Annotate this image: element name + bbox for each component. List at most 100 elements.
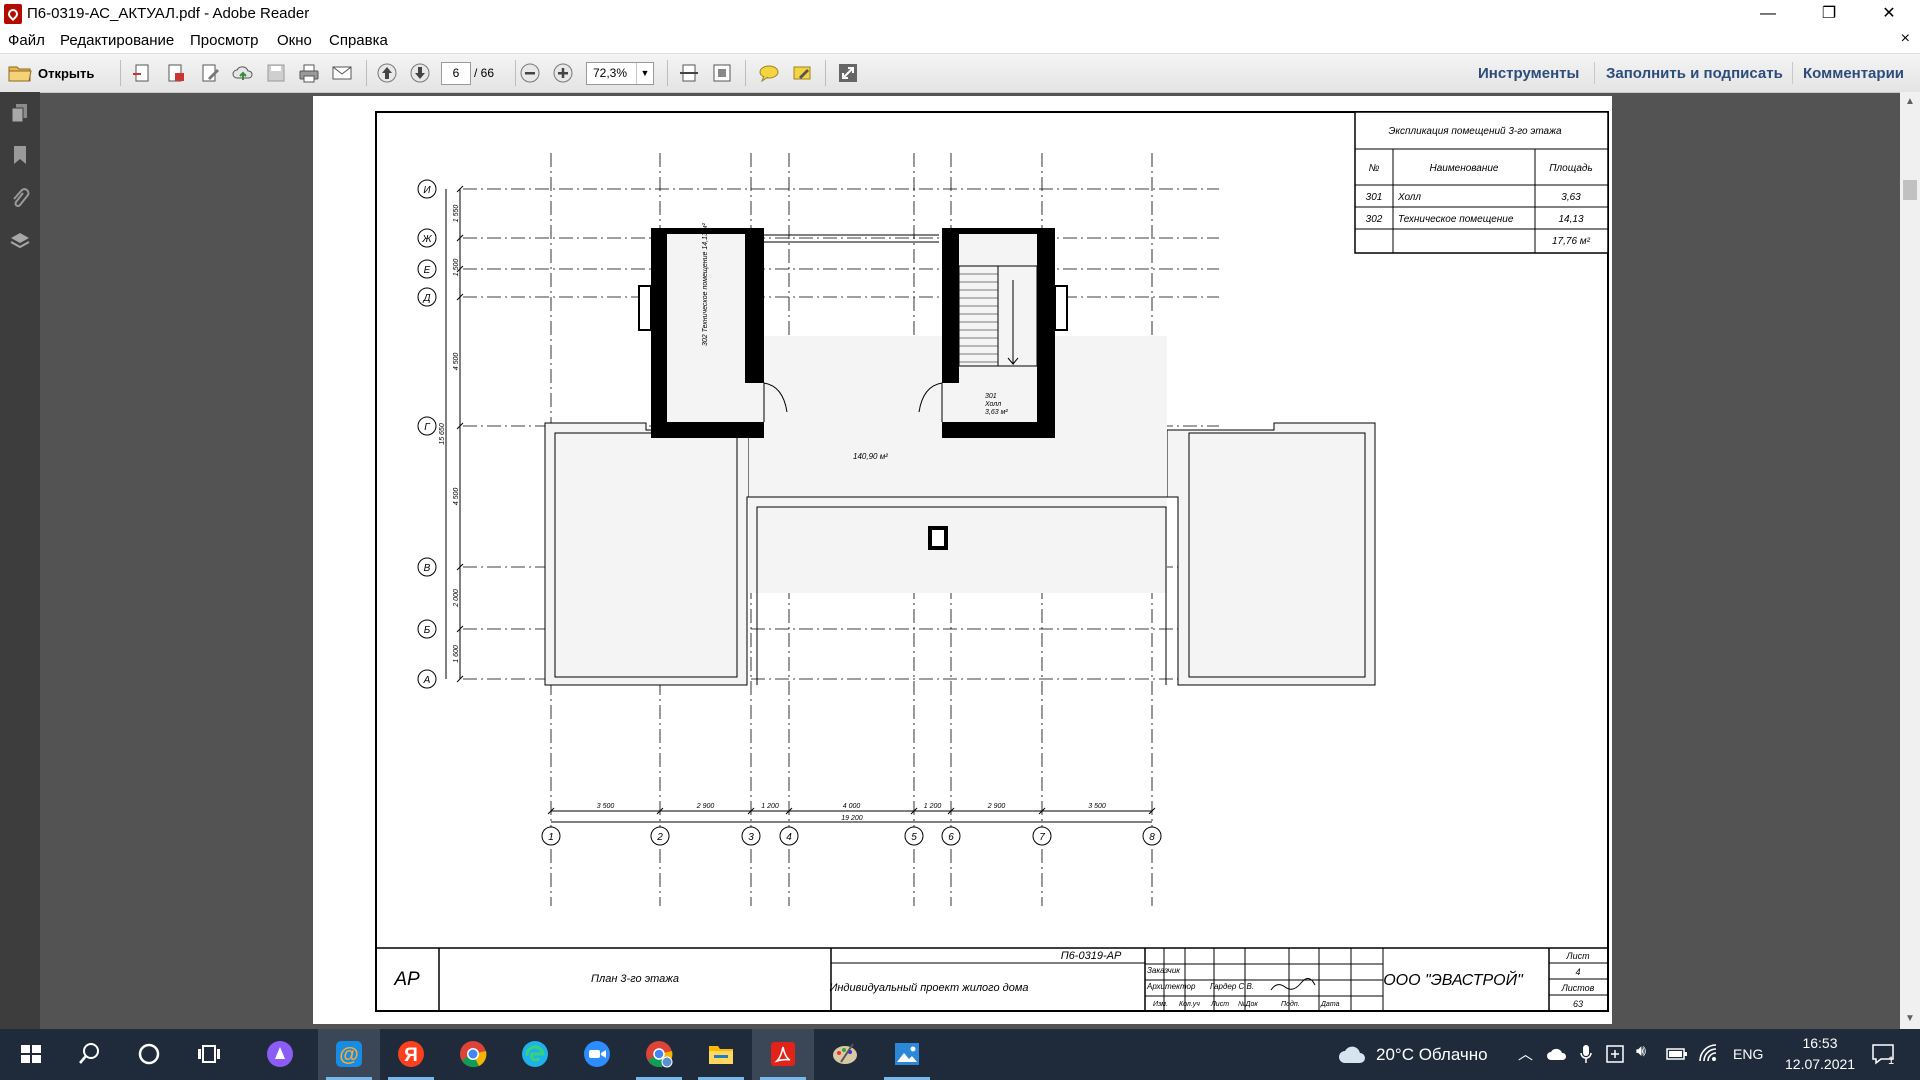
bookmarks-icon[interactable] — [9, 144, 31, 166]
weather-widget[interactable]: 20°C Облачно — [1376, 1045, 1488, 1065]
column-axis-label: 4 — [786, 832, 792, 843]
vertical-scrollbar[interactable]: ▲ ▼ — [1900, 92, 1920, 1029]
taskbar-app-alice[interactable] — [249, 1029, 311, 1080]
explication-header-area: Площадь — [1549, 163, 1592, 174]
language-indicator[interactable]: ENG — [1733, 1046, 1763, 1062]
mail-ru-icon: @ — [336, 1041, 362, 1067]
title-block: АР План 3-го этажа П6-0319-АР Индивидуал… — [376, 947, 1608, 1011]
maximize-button[interactable]: ❐ — [1806, 0, 1852, 28]
yandex-browser-icon: Я — [398, 1041, 424, 1067]
taskbar-app-yandex[interactable]: Я — [380, 1029, 442, 1080]
export-pdf-icon[interactable] — [165, 62, 187, 84]
highlight-icon[interactable] — [791, 62, 813, 84]
close-document-button[interactable]: × — [1901, 30, 1910, 48]
taskbar-app-chrome-2[interactable] — [628, 1029, 690, 1080]
column-dimensions: 3 500 2 900 1 200 4 000 1 200 2 900 3 500 19 20… — [547, 803, 1156, 823]
column-dimension-label: 1 200 — [924, 803, 942, 810]
scroll-down-icon[interactable]: ▼ — [1905, 1013, 1915, 1024]
email-icon[interactable] — [331, 62, 353, 84]
open-button[interactable]: Открыть — [8, 61, 94, 85]
menu-edit[interactable]: Редактирование — [60, 32, 174, 49]
task-view-button[interactable] — [178, 1029, 240, 1080]
taskbar-app-chrome[interactable] — [442, 1029, 504, 1080]
alice-assistant-icon — [267, 1041, 293, 1067]
row-axis-label: Ж — [421, 234, 432, 245]
fit-width-icon[interactable] — [678, 62, 700, 84]
toolbar-separator — [745, 60, 746, 86]
edit-pdf-icon[interactable] — [199, 62, 221, 84]
minimize-button[interactable]: — — [1745, 0, 1791, 28]
fit-page-icon[interactable] — [711, 62, 733, 84]
zoom-select[interactable]: 72,3% ▼ — [586, 62, 654, 85]
scroll-thumb[interactable] — [1903, 180, 1917, 200]
upload-cloud-icon[interactable] — [232, 62, 254, 84]
toolbar-separator — [120, 60, 121, 86]
explication-total: 17,76 м² — [1552, 236, 1591, 247]
cortana-button[interactable] — [118, 1029, 180, 1080]
comment-icon[interactable] — [758, 62, 780, 84]
taskbar-app-mail[interactable]: @ — [318, 1029, 380, 1080]
toolbar-separator — [825, 60, 826, 86]
taskbar-app-paint[interactable] — [814, 1029, 876, 1080]
wifi-icon[interactable] — [1698, 1043, 1718, 1063]
stamp-col-koluch: Кол.уч — [1179, 1001, 1200, 1008]
layers-icon[interactable] — [9, 230, 31, 252]
row-dimension-label: 4 500 — [453, 353, 460, 371]
column-axis-markers: 1 2 3 4 5 6 7 8 — [541, 826, 1162, 846]
menu-help[interactable]: Справка — [329, 32, 388, 49]
chimney — [928, 526, 948, 550]
create-pdf-icon[interactable] — [131, 62, 153, 84]
stamp-sheet-num: 4 — [1575, 967, 1580, 977]
taskbar-app-explorer[interactable] — [690, 1029, 752, 1080]
menu-view[interactable]: Просмотр — [190, 32, 259, 49]
page-thumbnails-icon[interactable] — [9, 102, 31, 124]
taskbar-app-photos[interactable] — [876, 1029, 938, 1080]
column-axis-label: 6 — [948, 832, 954, 843]
menu-file[interactable]: Файл — [8, 32, 45, 49]
page-total: / 66 — [474, 66, 495, 80]
row-dimension-label: 1 500 — [453, 259, 460, 277]
volume-icon[interactable]: 🔊︎ — [1636, 1043, 1646, 1061]
menu-window[interactable]: Окно — [277, 32, 312, 49]
taskbar-app-adobe-reader[interactable] — [752, 1029, 814, 1080]
close-button[interactable]: ✕ — [1866, 0, 1912, 28]
fill-sign-link[interactable]: Заполнить и подписать — [1606, 65, 1783, 82]
tools-link[interactable]: Инструменты — [1478, 65, 1579, 82]
row-total-dimension: 15 650 — [439, 423, 446, 445]
taskbar-app-zoom[interactable] — [566, 1029, 628, 1080]
print-icon[interactable] — [298, 62, 320, 84]
search-icon — [79, 1043, 99, 1064]
stamp-company: ООО "ЭВАСТРОЙ" — [1383, 970, 1524, 989]
start-button[interactable] — [0, 1029, 62, 1080]
battery-icon[interactable] — [1666, 1047, 1688, 1061]
page-number-input[interactable]: 6 — [441, 62, 471, 85]
adobe-reader-icon — [4, 4, 22, 24]
stamp-project: Индивидуальный проект жилого дома — [829, 982, 1028, 994]
comments-link[interactable]: Комментарии — [1803, 65, 1904, 82]
next-page-icon[interactable] — [409, 62, 431, 84]
explication-row-1-num: 301 — [1366, 192, 1383, 203]
cloudy-weather-icon — [1339, 1046, 1365, 1063]
pdf-page: ИЖЕДГВБА 12345678 1 550 1 500 4 500 4 500 2 … — [313, 96, 1612, 1024]
microphone-icon[interactable] — [1580, 1044, 1592, 1064]
search-button[interactable] — [58, 1029, 120, 1080]
previous-page-icon[interactable] — [376, 62, 398, 84]
svg-text:@: @ — [339, 1044, 359, 1066]
cortana-icon — [138, 1043, 160, 1065]
full-screen-icon[interactable] — [837, 62, 859, 84]
clock-time[interactable]: 16:53 — [1793, 1035, 1847, 1051]
taskbar-app-edge[interactable] — [504, 1029, 566, 1080]
menu-bar: Файл Редактирование Просмотр Окно Справк… — [0, 28, 1920, 54]
row-axis-label: А — [423, 675, 431, 686]
clock-date[interactable]: 12.07.2021 — [1785, 1056, 1855, 1072]
zoom-in-icon[interactable] — [552, 62, 574, 84]
photos-icon — [895, 1043, 919, 1065]
onedrive-icon[interactable] — [1546, 1047, 1568, 1061]
toolbar-separator — [667, 60, 668, 86]
save-icon[interactable] — [265, 62, 287, 84]
attachments-icon[interactable] — [9, 188, 31, 210]
security-icon[interactable] — [1605, 1044, 1625, 1064]
scroll-up-icon[interactable]: ▲ — [1905, 96, 1915, 107]
chevron-up-icon[interactable]: ︿ — [1518, 1043, 1533, 1064]
zoom-out-icon[interactable] — [519, 62, 541, 84]
